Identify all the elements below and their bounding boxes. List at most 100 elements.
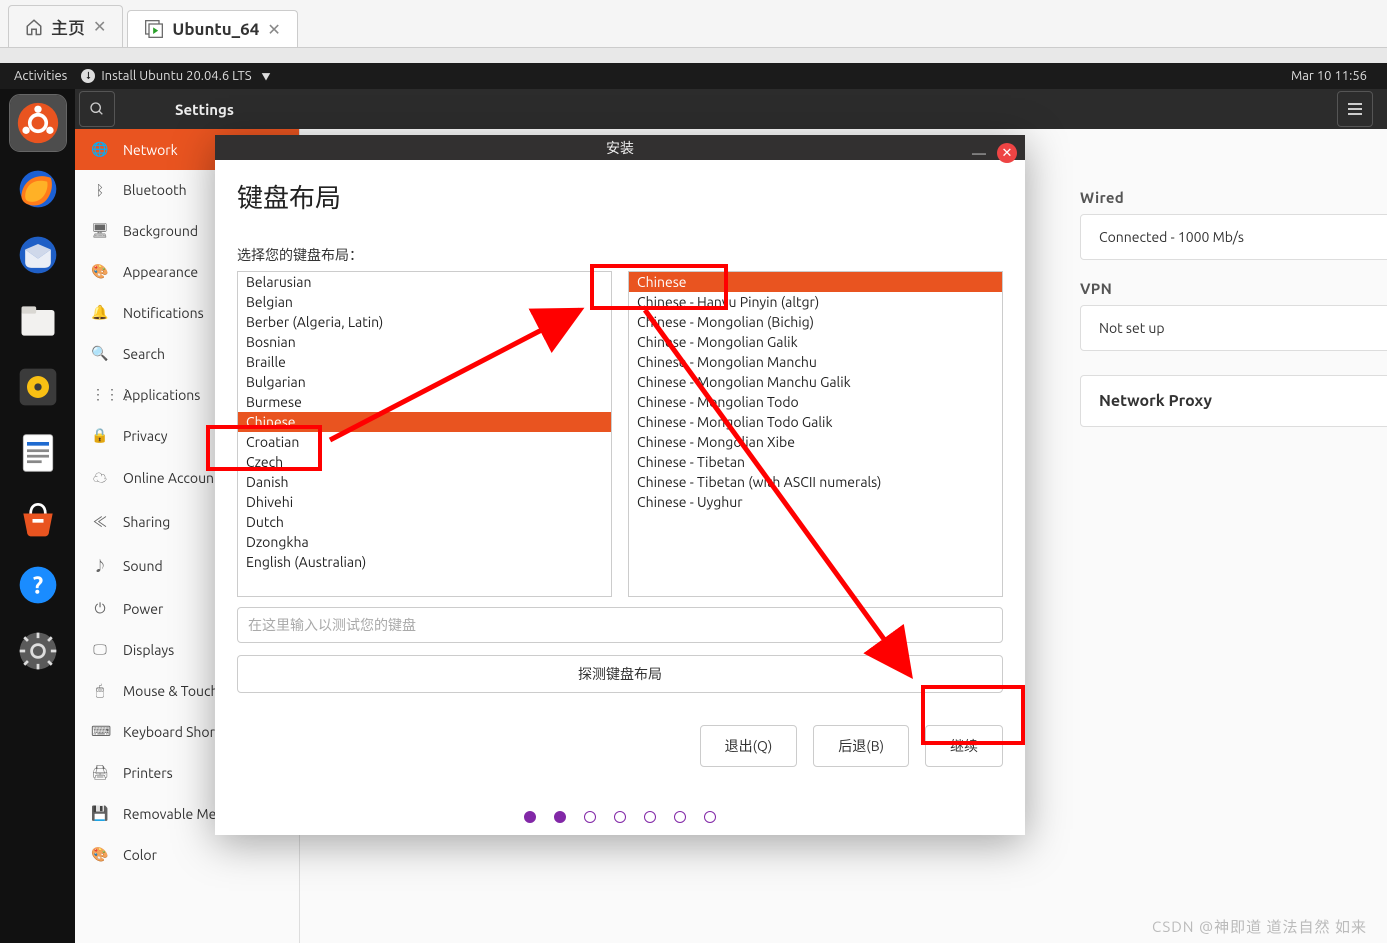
clock[interactable]: Mar 10 11:56 <box>1291 69 1387 83</box>
hamburger-icon <box>1347 102 1363 116</box>
writer-icon <box>16 431 60 475</box>
category-icon: 🌐 <box>91 141 109 158</box>
step-dot <box>674 811 686 823</box>
list-item[interactable]: Dhivehi <box>238 492 611 512</box>
vm-tab-ubuntu[interactable]: Ubuntu_64 ✕ <box>127 10 297 47</box>
category-icon: 🖨 <box>91 764 109 781</box>
vm-tab-ubuntu-label: Ubuntu_64 <box>172 20 259 39</box>
category-icon: ⏻ <box>91 600 109 617</box>
files-icon <box>16 299 60 343</box>
settings-title: Settings <box>175 101 234 118</box>
sidebar-item-label: Power <box>123 601 163 617</box>
progress-dots <box>237 811 1003 823</box>
download-icon: ⭣ <box>81 69 95 83</box>
sidebar-item-label: Sharing <box>123 514 170 530</box>
category-icon: 🔒 <box>91 427 109 444</box>
close-icon[interactable]: ✕ <box>267 20 280 39</box>
step-dot <box>554 811 566 823</box>
sidebar-item-label: Network <box>123 142 178 158</box>
vpn-card[interactable]: Not set up <box>1080 305 1387 351</box>
gear-icon <box>16 629 60 673</box>
category-icon: 🔍 <box>91 345 109 362</box>
vm-tab-home[interactable]: 主页 ✕ <box>8 5 123 47</box>
sidebar-item-label: Displays <box>123 642 174 658</box>
help-icon: ? <box>16 563 60 607</box>
category-icon: ☁ <box>91 468 109 488</box>
sidebar-item-label: Online Accounts <box>123 470 226 486</box>
close-icon[interactable]: ✕ <box>93 17 106 36</box>
network-proxy-row[interactable]: Network Proxy <box>1080 375 1387 427</box>
sidebar-item-label: Printers <box>123 765 173 781</box>
minimize-icon[interactable]: — <box>969 143 989 163</box>
list-item[interactable]: Belarusian <box>238 272 611 292</box>
annotation-arrow-2 <box>625 300 925 690</box>
svg-text:?: ? <box>32 571 42 598</box>
list-item[interactable]: Dzongkha <box>238 532 611 552</box>
step-dot <box>704 811 716 823</box>
sidebar-item-label: Color <box>123 847 157 863</box>
category-icon: 🖵 <box>91 641 109 658</box>
wired-card[interactable]: Connected - 1000 Mb/s <box>1080 214 1387 260</box>
sidebar-item-label: Bluetooth <box>123 182 187 198</box>
sidebar-item-label: Sound <box>123 558 163 574</box>
category-icon: ⋮⋮⋮ <box>91 386 109 403</box>
sidebar-item-label: Appearance <box>123 264 198 280</box>
step-dot <box>644 811 656 823</box>
annotation-arrow-1 <box>320 290 600 450</box>
vpn-status: Not set up <box>1099 320 1165 336</box>
dock-files[interactable] <box>10 293 66 349</box>
activities-button[interactable]: Activities <box>14 69 67 83</box>
category-icon: 🎨 <box>91 846 109 863</box>
installer-heading: 键盘布局 <box>237 178 1003 215</box>
dock-thunderbird[interactable] <box>10 227 66 283</box>
category-icon: 🖥 <box>91 222 109 239</box>
close-icon[interactable]: ✕ <box>997 143 1017 163</box>
installer-window-title: 安装 <box>606 138 634 158</box>
install-indicator[interactable]: ⭣ Install Ubuntu 20.04.6 LTS ▼ <box>81 69 270 83</box>
list-item[interactable]: Danish <box>238 472 611 492</box>
dock-settings[interactable] <box>10 623 66 679</box>
wired-heading: Wired <box>1080 189 1387 206</box>
dock-launcher[interactable] <box>10 95 66 151</box>
vm-tab-bar: 主页 ✕ Ubuntu_64 ✕ <box>0 0 1387 48</box>
annotation-box-left <box>206 425 322 471</box>
sidebar-item-label: Applications <box>123 387 200 403</box>
step-dot <box>524 811 536 823</box>
sidebar-item-label: Background <box>123 223 198 239</box>
sidebar-item-label: Search <box>123 346 165 362</box>
sidebar-item-color[interactable]: 🎨 Color <box>75 834 299 875</box>
install-label: Install Ubuntu 20.04.6 LTS <box>101 69 251 83</box>
dock-help[interactable]: ? <box>10 557 66 613</box>
category-icon: 🎨 <box>91 263 109 280</box>
vm-play-icon <box>144 19 164 39</box>
gnome-top-bar: Activities ⭣ Install Ubuntu 20.04.6 LTS … <box>0 63 1387 89</box>
hamburger-button[interactable] <box>1337 91 1373 127</box>
choose-layout-label: 选择您的键盘布局： <box>237 245 1003 265</box>
vm-tab-home-label: 主页 <box>51 14 85 39</box>
category-icon: 🔔 <box>91 304 109 321</box>
wired-status: Connected - 1000 Mb/s <box>1099 229 1244 245</box>
installer-titlebar[interactable]: 安装 — ✕ <box>215 135 1025 160</box>
annotation-box-right-top <box>590 264 728 310</box>
music-icon <box>16 365 60 409</box>
dock-software[interactable] <box>10 491 66 547</box>
list-item[interactable]: English (Australian) <box>238 552 611 572</box>
category-icon: ⌨ <box>91 723 109 740</box>
list-item[interactable]: Dutch <box>238 512 611 532</box>
dock-firefox[interactable] <box>10 161 66 217</box>
back-button[interactable]: 后退(B) <box>813 725 909 767</box>
dock-rhythmbox[interactable] <box>10 359 66 415</box>
home-icon <box>25 18 43 36</box>
thunderbird-icon <box>16 233 60 277</box>
watermark: CSDN @神即道 道法自然 如来 <box>1152 916 1367 937</box>
quit-button[interactable]: 退出(Q) <box>700 725 798 767</box>
category-icon: 💾 <box>91 805 109 822</box>
dock-libreoffice[interactable] <box>10 425 66 481</box>
ubuntu-logo-icon <box>16 101 60 145</box>
chevron-down-icon: ▼ <box>262 70 271 83</box>
search-button[interactable] <box>79 91 115 127</box>
step-dot <box>614 811 626 823</box>
sidebar-item-label: Notifications <box>123 305 204 321</box>
proxy-label: Network Proxy <box>1099 392 1212 410</box>
category-icon: ᛒ <box>91 182 109 198</box>
